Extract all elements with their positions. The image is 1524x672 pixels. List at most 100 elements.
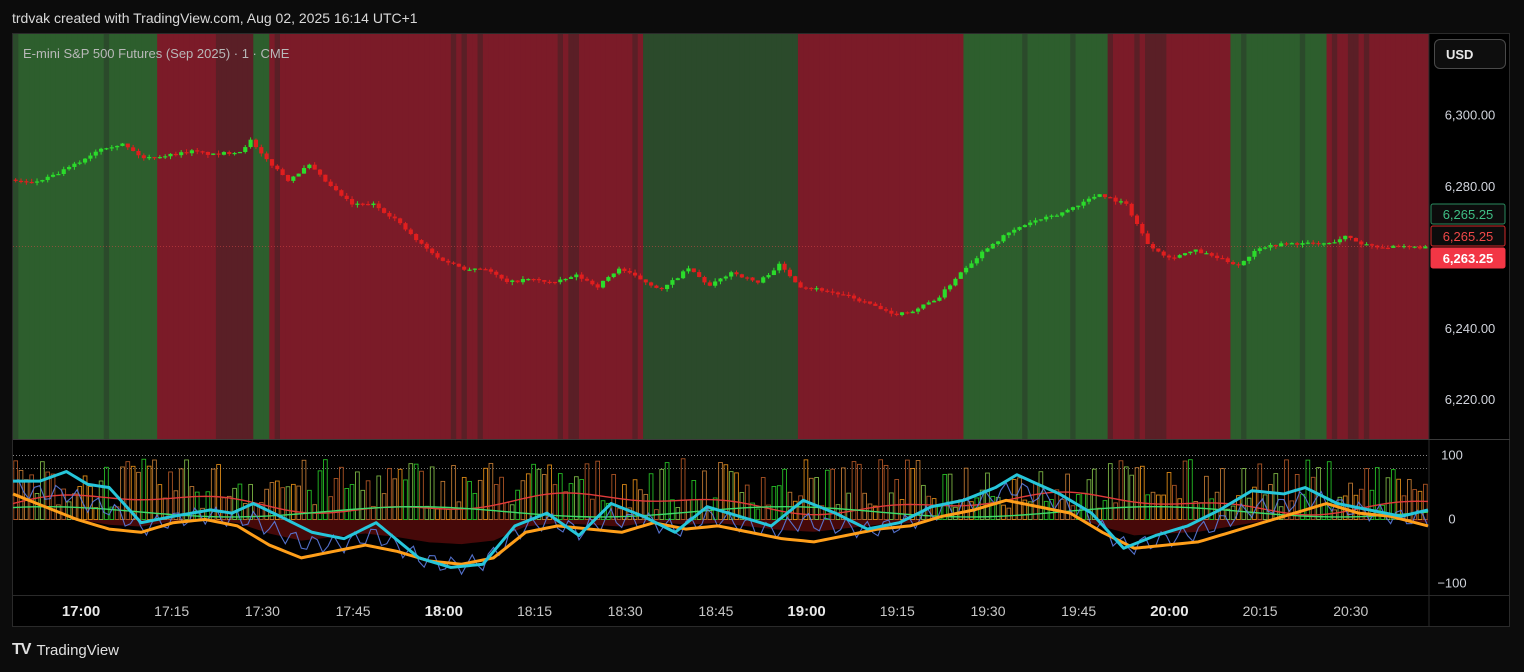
candle <box>494 271 499 275</box>
regime-bar <box>1385 34 1392 439</box>
regime-bar <box>952 34 959 439</box>
candle <box>446 260 451 263</box>
regime-bar <box>958 34 965 439</box>
osc-hist-bar <box>947 473 953 520</box>
price-axis-tick: 6,220.00 <box>1445 392 1496 407</box>
regime-bar <box>520 34 527 439</box>
candle <box>269 159 275 166</box>
time-axis-tick: 18:00 <box>425 603 463 620</box>
regime-bar <box>472 34 479 439</box>
time-axis-tick: 19:00 <box>787 603 825 620</box>
chart-canvas[interactable]: 6,300.006,280.006,240.006,220.006,260.00… <box>0 0 1524 672</box>
candle <box>29 181 34 184</box>
regime-bar <box>1193 34 1199 439</box>
candle <box>665 284 670 290</box>
osc-hist-bar <box>862 492 867 520</box>
candle <box>675 278 680 281</box>
candle <box>595 284 600 288</box>
regime-bar <box>23 34 30 439</box>
currency-button[interactable]: USD <box>1434 39 1506 69</box>
osc-hist-bar <box>579 479 584 520</box>
candle <box>1134 215 1140 224</box>
osc-hist-bar <box>328 496 334 520</box>
candle <box>915 308 921 312</box>
candle <box>1353 237 1358 242</box>
candle <box>803 287 809 289</box>
osc-hist-bar <box>557 473 563 520</box>
regime-bar <box>141 34 148 439</box>
regime-bar <box>851 34 858 439</box>
regime-bar <box>888 34 895 439</box>
candle <box>195 150 200 152</box>
candle <box>857 298 862 302</box>
regime-bar <box>621 34 628 439</box>
osc-hist-bar <box>1043 500 1049 520</box>
regime-bar <box>98 34 105 439</box>
regime-bar <box>408 34 415 439</box>
regime-bar <box>13 34 19 439</box>
regime-bar <box>424 34 431 439</box>
candle <box>45 176 50 181</box>
osc-hist-bar <box>915 460 921 520</box>
regime-bar <box>1177 34 1183 439</box>
candle <box>1182 253 1188 256</box>
candle <box>104 148 109 150</box>
osc-hist-bar <box>889 492 894 520</box>
candle <box>1054 215 1059 217</box>
candle <box>697 272 702 278</box>
time-axis-tick: 19:30 <box>970 603 1005 619</box>
regime-bar <box>680 34 687 439</box>
candle <box>771 270 776 276</box>
regime-bar <box>296 34 302 439</box>
candle <box>376 203 381 209</box>
osc-hist-bar <box>456 501 462 520</box>
regime-bar <box>749 34 756 439</box>
candle <box>1028 222 1033 226</box>
regime-bar <box>1187 34 1194 439</box>
price-label: 6,265.25 <box>1430 225 1506 247</box>
regime-bar <box>1315 34 1322 439</box>
regime-bar <box>776 34 783 439</box>
regime-bar <box>1080 34 1087 439</box>
time-axis-tick: 17:00 <box>62 603 100 620</box>
osc-hist-bar <box>686 499 691 520</box>
candle <box>1161 251 1166 256</box>
candle <box>1102 194 1108 198</box>
candle <box>1188 251 1193 254</box>
candle <box>531 278 536 281</box>
candle <box>536 279 542 281</box>
osc-hist-bar <box>429 466 435 520</box>
candle <box>515 280 520 283</box>
osc-hist-bar <box>531 463 536 520</box>
regime-bar <box>365 34 372 439</box>
regime-bar <box>733 34 740 439</box>
regime-bar <box>616 34 623 439</box>
regime-bar <box>696 34 703 439</box>
candle <box>467 269 472 271</box>
regime-bar <box>210 34 217 439</box>
regime-bar <box>1107 34 1114 439</box>
candle <box>1220 258 1225 260</box>
candle <box>1311 242 1316 244</box>
regime-bar <box>990 34 997 439</box>
candle <box>333 186 339 191</box>
regime-bar <box>440 34 447 439</box>
osc-hist-bar <box>1123 466 1129 520</box>
candle <box>323 174 328 182</box>
regime-bar <box>755 34 762 439</box>
candle <box>654 285 659 288</box>
regime-bar <box>306 34 313 439</box>
osc-hist-bar <box>552 484 558 520</box>
regime-bar <box>1363 34 1370 439</box>
osc-hist-bar <box>1230 505 1236 520</box>
regime-bar <box>269 34 276 439</box>
candle <box>670 280 675 285</box>
candle <box>237 152 243 154</box>
osc-hist-bar <box>387 468 392 520</box>
regime-bar <box>263 34 270 439</box>
regime-bar <box>498 34 505 439</box>
candle <box>478 268 483 270</box>
candle <box>1263 247 1268 249</box>
regime-bar <box>1048 34 1055 439</box>
candle <box>280 169 285 176</box>
